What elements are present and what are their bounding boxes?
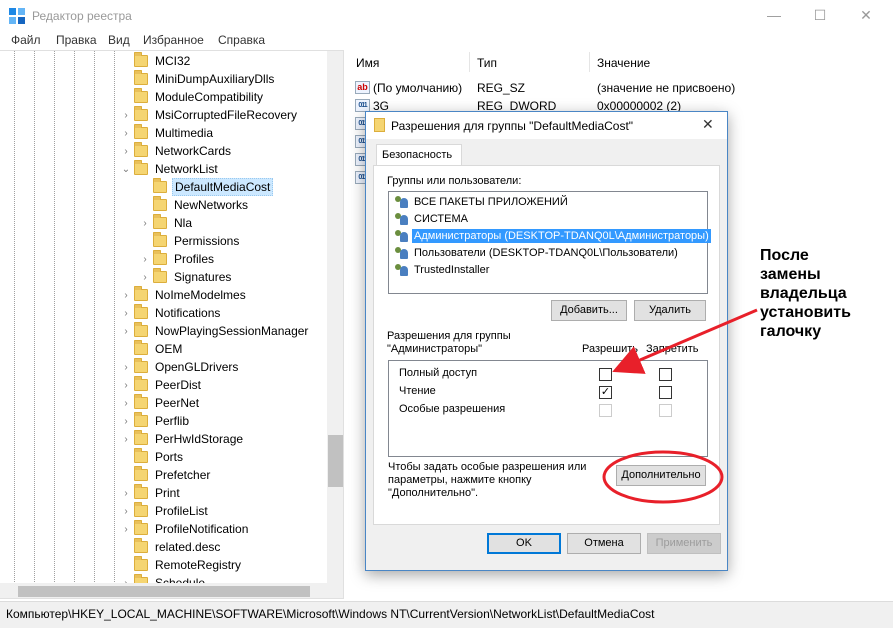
annotation-arrow: [612, 308, 758, 374]
annotation-circle: [602, 450, 724, 504]
annotation-overlay: [602, 308, 758, 504]
